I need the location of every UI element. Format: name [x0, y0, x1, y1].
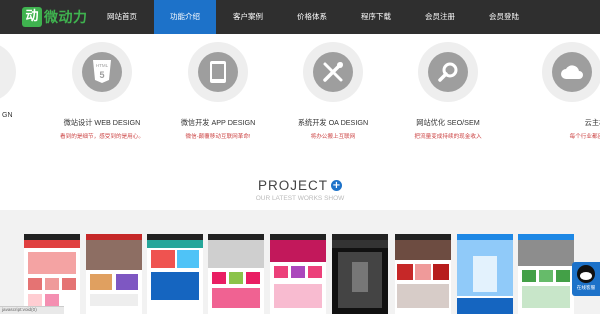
service-title: 微站设计 WEB DESIGN [63, 118, 141, 127]
plus-icon[interactable]: + [331, 180, 342, 191]
nav-item-pricing[interactable]: 价格体系 [280, 0, 344, 34]
service-desc: 每个行业都应该有 [569, 134, 600, 140]
service-title: 系统开发 OA DESIGN [297, 118, 369, 127]
service-title: 云主机 ID [584, 118, 600, 127]
service-desc: 将办公搬上互联网 [310, 134, 356, 140]
project-thumb[interactable] [457, 234, 513, 314]
tools-icon [303, 42, 363, 102]
project-thumb[interactable] [395, 234, 451, 314]
project-thumb[interactable] [208, 234, 264, 314]
project-thumb[interactable] [518, 234, 574, 314]
service-seo[interactable]: 网站优化 SEO/SEM 把流量变成持续的现金收入 [390, 42, 500, 142]
nav-item-features[interactable]: 功能介绍 [154, 0, 216, 34]
logo-mark: 动 [22, 7, 42, 27]
nav-item-register[interactable]: 会员注册 [408, 0, 472, 34]
project-thumb[interactable] [24, 234, 80, 314]
main-nav: 网站首页 功能介绍 客户案例 价格体系 程序下载 会员注册 会员登陆 [90, 0, 536, 34]
service-title: 网站优化 SEO/SEM [416, 118, 480, 127]
service-app-design[interactable]: 微信开发 APP DESIGN 微信-颠覆移动互联网革命! [160, 42, 270, 142]
svg-text:5: 5 [99, 70, 104, 80]
service-partial-left-icon[interactable] [0, 42, 16, 102]
page: 动 微动力 网站首页 功能介绍 客户案例 价格体系 程序下载 会员注册 会员登陆… [0, 0, 600, 314]
project-thumb[interactable] [147, 234, 203, 314]
service-desc: 看到的是细节，感受到的是用心。 [60, 134, 144, 140]
project-subtitle: OUR LATEST WORKS SHOW [255, 195, 345, 202]
nav-item-cases[interactable]: 客户案例 [216, 0, 280, 34]
project-thumb[interactable] [86, 234, 142, 314]
service-web-design[interactable]: HTML 5 微站设计 WEB DESIGN 看到的是细节，感受到的是用心。 [44, 42, 154, 142]
html5-icon: HTML 5 [72, 42, 132, 102]
service-cloud-host[interactable]: 云主机 ID 每个行业都应该有 [506, 42, 600, 142]
status-bar: javascript:void(0) [0, 306, 64, 314]
cloud-icon [542, 42, 600, 102]
project-gallery [0, 210, 600, 314]
service-partial-left-title: GN [2, 112, 13, 119]
nav-item-login[interactable]: 会员登陆 [472, 0, 536, 34]
logo[interactable]: 动 微动力 [22, 7, 88, 27]
tablet-icon [188, 42, 248, 102]
qq-penguin-icon [577, 265, 595, 283]
online-service-label: 在线客服 [576, 285, 596, 290]
project-thumb[interactable] [270, 234, 326, 314]
service-desc: 把流量变成持续的现金收入 [414, 134, 482, 140]
nav-item-home[interactable]: 网站首页 [90, 0, 154, 34]
service-desc: 微信-颠覆移动互联网革命! [185, 134, 251, 140]
services-strip: GN HTML 5 微站设计 WEB DESIGN 看到的是细节，感受到的是用心… [0, 34, 600, 144]
service-oa-design[interactable]: 系统开发 OA DESIGN 将办公搬上互联网 [275, 42, 385, 142]
nav-item-download[interactable]: 程序下载 [344, 0, 408, 34]
logo-text: 微动力 [44, 10, 88, 26]
service-title: 微信开发 APP DESIGN [180, 118, 256, 127]
svg-text:HTML: HTML [96, 63, 109, 68]
top-navigation-bar: 动 微动力 网站首页 功能介绍 客户案例 价格体系 程序下载 会员注册 会员登陆 [0, 0, 600, 34]
online-service-widget[interactable]: 在线客服 [572, 262, 600, 296]
project-heading: PROJECT + [0, 175, 600, 194]
project-title: PROJECT [257, 178, 328, 193]
search-icon [418, 42, 478, 102]
project-thumb[interactable] [332, 234, 388, 314]
